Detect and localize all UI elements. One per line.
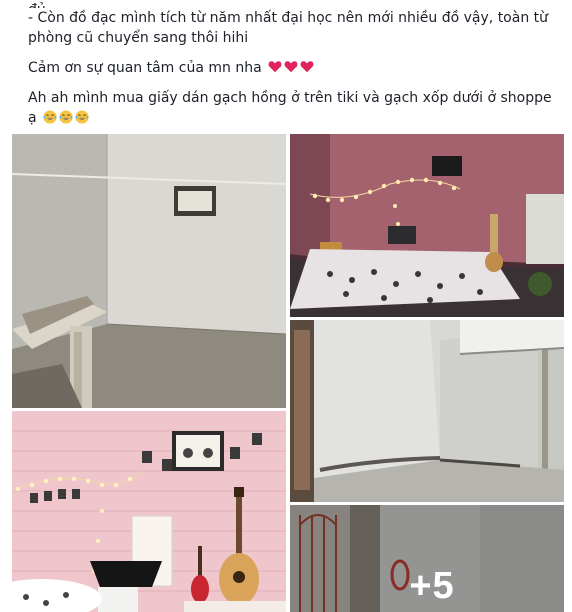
photo-stairs-entry[interactable]: +5 <box>290 505 564 612</box>
thanks-text: Cảm ơn sự quan tâm của mn nha <box>28 60 262 76</box>
post-line: - Còn đồ đạc mình tích từ năm nhất đại h… <box>28 10 549 26</box>
tears-of-joy-icon <box>59 110 73 124</box>
photo-pink-brick-wall[interactable] <box>12 411 286 612</box>
red-heart-icon <box>268 61 282 73</box>
ah-line-2-text: ạ <box>28 110 37 126</box>
more-photos-overlay[interactable]: +5 <box>290 505 564 612</box>
post-line: phòng cũ chuyển sang thôi hihi <box>28 30 249 46</box>
tears-of-joy-icon <box>75 110 89 124</box>
ah-line-2: ạ <box>28 108 568 128</box>
thanks-line: Cảm ơn sự quan tâm của mn nha <box>28 58 568 78</box>
post-text-cut-line: đủ. <box>28 0 568 8</box>
post-text: đủ. - Còn đồ đạc mình tích từ năm nhất đ… <box>28 0 568 128</box>
tears-of-joy-icon <box>43 110 57 124</box>
ah-line: Ah ah mình mua giấy dán gạch hồng ở trên… <box>28 90 552 106</box>
more-photos-count: +5 <box>409 565 455 607</box>
photo-corner-room-before[interactable] <box>290 320 564 502</box>
photo-empty-room-before[interactable] <box>12 134 286 408</box>
red-heart-icon <box>284 61 298 73</box>
photo-pink-room-night[interactable] <box>290 134 564 317</box>
photo-gallery: +5 <box>12 134 565 612</box>
red-heart-icon <box>300 61 314 73</box>
